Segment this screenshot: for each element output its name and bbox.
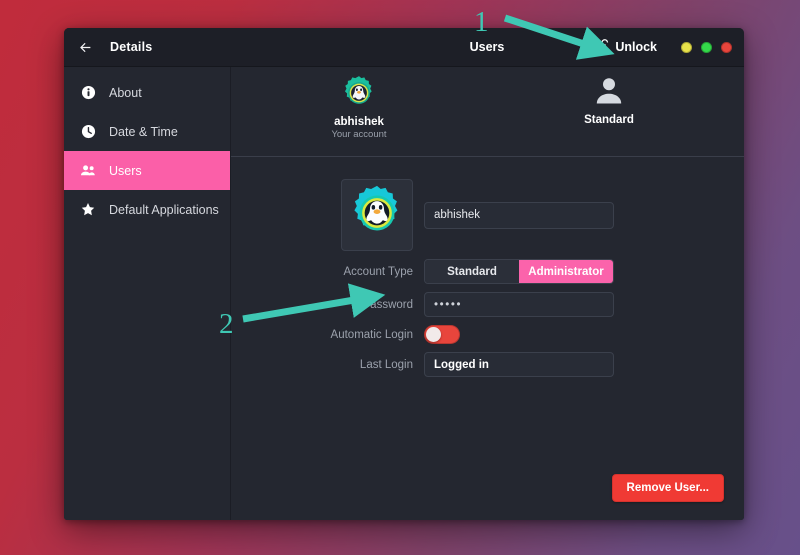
sidebar-item-users[interactable]: Users — [64, 151, 230, 190]
sidebar-item-default-applications[interactable]: Default Applications — [64, 190, 230, 229]
users-content: abhishek Your account Standard abhishek … — [231, 67, 744, 520]
user-list-strip: abhishek Your account Standard — [231, 67, 744, 157]
users-icon — [80, 163, 96, 179]
password-field[interactable]: ••••• — [424, 292, 614, 317]
sidebar: About Date & Time Users Default Applicat… — [64, 67, 231, 520]
remove-user-button[interactable]: Remove User... — [611, 474, 724, 502]
settings-window: Details Users Unlock About Date & Time U… — [64, 28, 744, 520]
last-login-label: Last Login — [359, 358, 413, 371]
password-value: ••••• — [434, 298, 463, 311]
panel-title: Details — [110, 40, 153, 54]
maximize-button[interactable] — [701, 41, 712, 53]
account-type-label: Account Type — [343, 265, 413, 278]
titlebar-left-section: Details — [64, 28, 230, 66]
gear-penguin-avatar — [341, 75, 377, 111]
user-subtitle: Your account — [331, 129, 387, 140]
sidebar-item-label: Default Applications — [109, 202, 219, 217]
close-button[interactable] — [721, 41, 732, 53]
last-login-value-box: Logged in — [424, 352, 614, 377]
gear-penguin-avatar — [348, 184, 406, 247]
username-value: abhishek — [434, 209, 481, 221]
person-icon — [594, 75, 624, 107]
star-icon — [80, 202, 96, 218]
sidebar-item-label: Date & Time — [109, 124, 178, 139]
user-name: abhishek — [334, 116, 384, 128]
username-input[interactable]: abhishek — [424, 201, 614, 229]
selected-user-caret — [353, 146, 375, 156]
sidebar-item-label: Users — [109, 163, 142, 178]
user-card-standard[interactable]: Standard — [549, 75, 669, 126]
automatic-login-toggle[interactable] — [424, 325, 460, 344]
account-type-segmented-control: Standard Administrator — [424, 259, 614, 284]
sidebar-item-label: About — [109, 85, 142, 100]
minimize-button[interactable] — [681, 41, 692, 53]
form-grid: abhishek Account Type Standard Administr… — [317, 179, 744, 377]
titlebar-right-section: Users Unlock — [230, 28, 744, 66]
sidebar-item-date-time[interactable]: Date & Time — [64, 112, 230, 151]
clock-icon — [80, 124, 96, 140]
lock-open-icon — [598, 38, 610, 56]
account-type-option-administrator[interactable]: Administrator — [519, 260, 613, 283]
sidebar-item-about[interactable]: About — [64, 73, 230, 112]
titlebar: Details Users Unlock — [64, 28, 744, 67]
automatic-login-label: Automatic Login — [330, 328, 413, 341]
user-name: Standard — [584, 114, 634, 126]
avatar-button[interactable] — [341, 179, 413, 251]
last-login-value: Logged in — [434, 358, 489, 371]
password-label: Password — [362, 298, 414, 311]
window-controls — [681, 41, 732, 53]
toggle-knob — [426, 327, 441, 342]
account-type-option-standard[interactable]: Standard — [425, 260, 519, 283]
back-button[interactable] — [72, 34, 98, 60]
user-card-current[interactable]: abhishek Your account — [299, 75, 419, 140]
user-detail-form: abhishek Account Type Standard Administr… — [231, 157, 744, 520]
window-title: Users — [469, 40, 505, 54]
automatic-login-toggle-wrap — [424, 325, 614, 344]
arrow-left-icon — [78, 40, 93, 55]
unlock-button[interactable]: Unlock — [593, 36, 662, 59]
info-icon — [80, 85, 96, 101]
window-body: About Date & Time Users Default Applicat… — [64, 67, 744, 520]
unlock-label: Unlock — [615, 40, 657, 54]
